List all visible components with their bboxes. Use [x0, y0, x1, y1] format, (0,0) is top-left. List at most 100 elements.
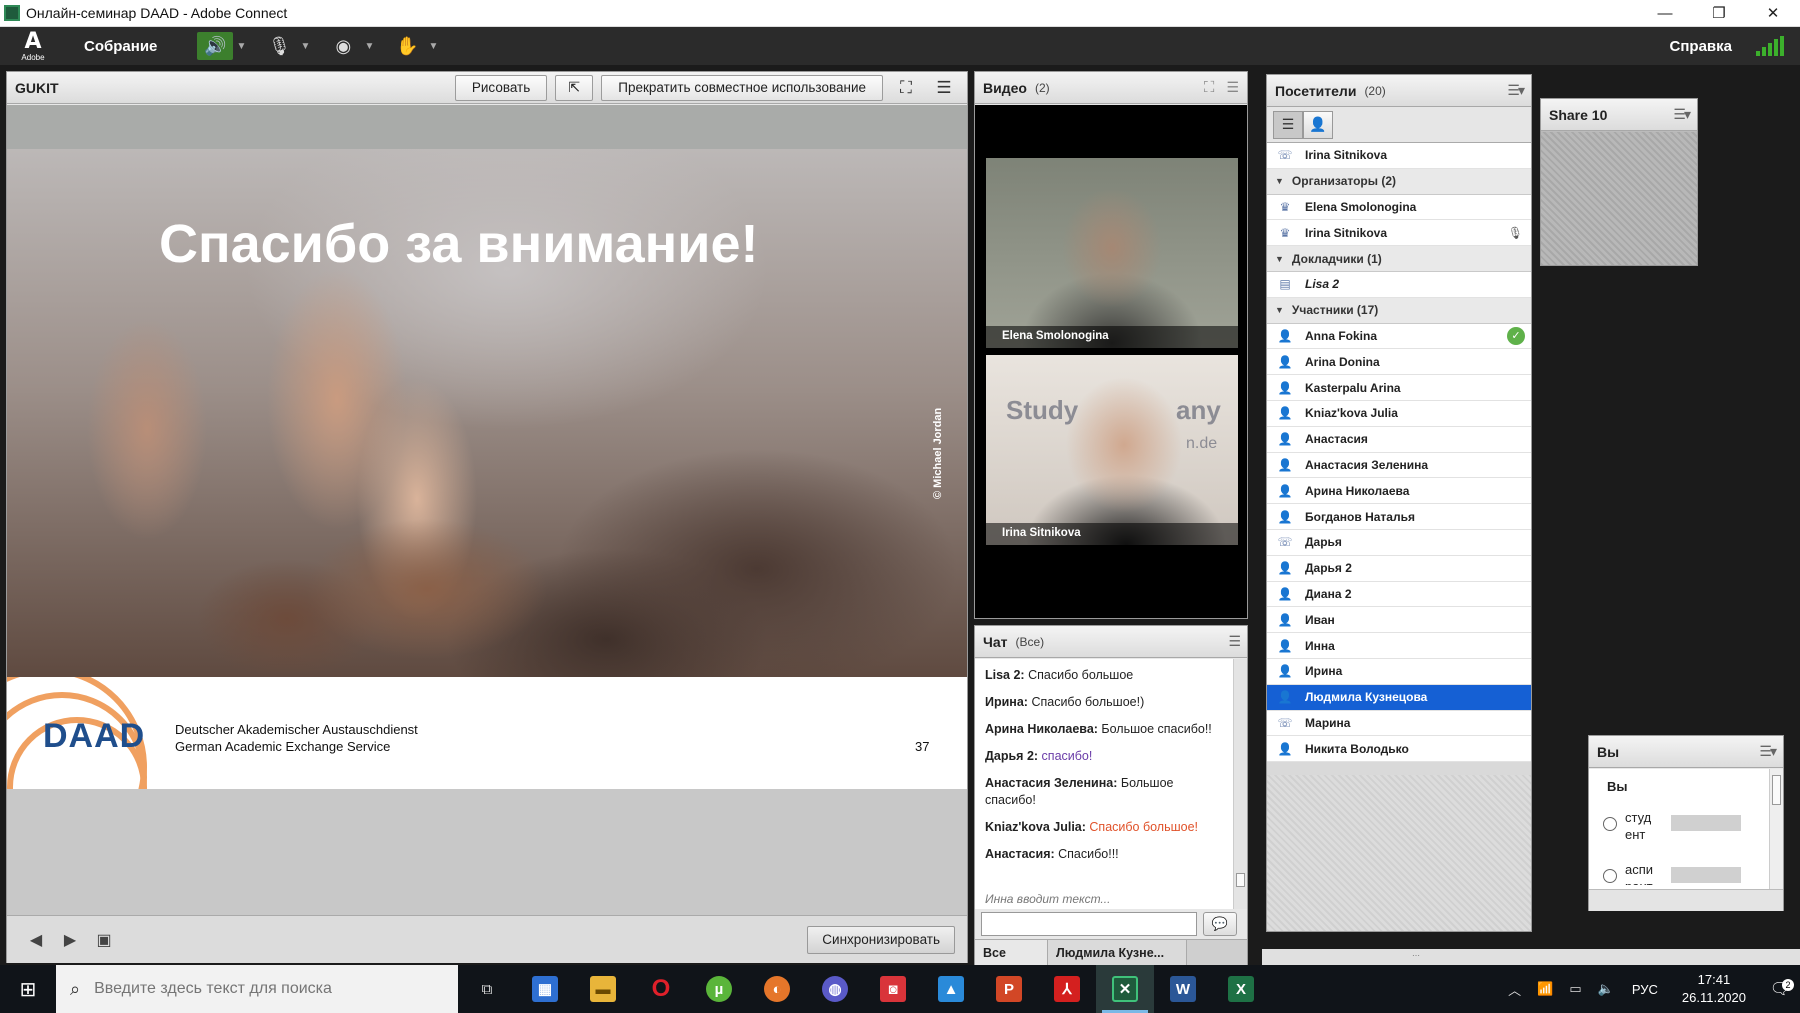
attendee-row[interactable]: 👤 Дарья 2 [1267, 555, 1531, 582]
next-slide-icon[interactable]: ▶ [53, 927, 87, 953]
close-button[interactable]: ✕ [1746, 0, 1800, 27]
attendee-row[interactable]: 👤 Диана 2 [1267, 581, 1531, 608]
windows-start-icon[interactable]: ⊞ [0, 965, 56, 1013]
taskbar-app-globe[interactable]: ◍ [806, 965, 864, 1013]
fullscreen-icon[interactable]: ⛶ [1204, 79, 1215, 96]
task-view-button[interactable]: ⧉ [458, 965, 516, 1013]
language-indicator[interactable]: РУС [1632, 982, 1658, 997]
taskbar-powerpoint[interactable]: P [980, 965, 1038, 1013]
taskbar-store[interactable]: ▦ [516, 965, 574, 1013]
chevron-down-icon[interactable]: ▼ [425, 41, 441, 52]
taskbar-camera[interactable]: ◙ [864, 965, 922, 1013]
taskbar-excel[interactable]: X [1212, 965, 1270, 1013]
taskbar-adobe-connect[interactable]: ✕ [1096, 965, 1154, 1013]
taskbar-acrobat[interactable]: ⅄ [1038, 965, 1096, 1013]
attendee-row[interactable]: 👤 Инна [1267, 633, 1531, 659]
pointer-button[interactable]: ⇱ [555, 74, 594, 101]
chat-tab-all[interactable]: Все [975, 940, 1047, 966]
previous-slide-icon[interactable]: ◀ [19, 927, 53, 953]
chevron-down-icon[interactable]: ▼ [233, 41, 249, 52]
chevron-down-icon[interactable]: ▼ [361, 41, 377, 52]
raise-hand-icon[interactable]: ✋ [389, 32, 425, 60]
attendee-row[interactable]: 👤 Никита Володько [1267, 736, 1531, 763]
battery-icon[interactable]: ▭ [1569, 981, 1581, 997]
speaker-tool[interactable]: 🔊 ▼ [197, 32, 249, 60]
meeting-menu[interactable]: Собрание [84, 38, 157, 55]
stop-sharing-button[interactable]: Прекратить совместное использование [601, 74, 883, 101]
action-center-button[interactable]: 🗨 2 [1760, 979, 1800, 999]
attendee-row[interactable]: ☏ Дарья [1267, 529, 1531, 556]
layout-divider[interactable] [1254, 65, 1262, 965]
group-header-hosts[interactable]: ▼ Организаторы (2) [1267, 168, 1531, 195]
poll-radio[interactable] [1603, 869, 1617, 883]
minimize-button[interactable]: — [1638, 0, 1692, 27]
status-tool[interactable]: ✋ ▼ [389, 32, 441, 60]
microphone-tool[interactable]: 🎙 ▼ [261, 32, 313, 60]
attendee-row[interactable]: 👤 Иван [1267, 607, 1531, 634]
host-attendee-row[interactable]: ☏ Irina Sitnikova [1267, 143, 1531, 169]
taskbar-opera[interactable]: O [632, 965, 690, 1013]
sync-button[interactable]: Синхронизировать [807, 925, 955, 954]
attendee-row[interactable]: ♛ Irina Sitnikova 🎙 [1267, 220, 1531, 247]
slide-photo-credit: © Michael Jordan [932, 407, 944, 499]
taskbar-firefox[interactable]: ◐ [748, 965, 806, 1013]
taskbar-file-explorer[interactable]: ▬ [574, 965, 632, 1013]
taskbar-clock[interactable]: 17:41 26.11.2020 [1682, 971, 1746, 1007]
share10-empty-area [1541, 132, 1697, 265]
attendee-row[interactable]: 👤 Арина Николаева [1267, 478, 1531, 505]
attendee-row[interactable]: 👤 Анастасия [1267, 426, 1531, 453]
adobe-connect-app-icon [4, 5, 20, 21]
attendee-row[interactable]: 👤 Анастасия Зеленина [1267, 452, 1531, 479]
attendee-row[interactable]: ♛ Elena Smolonogina [1267, 194, 1531, 221]
attendee-row[interactable]: 👤 Ирина [1267, 658, 1531, 685]
volume-icon[interactable]: 🔈 [1598, 981, 1614, 997]
attendee-row[interactable]: 👤 Arina Donina [1267, 349, 1531, 376]
taskbar-utorrent[interactable]: µ [690, 965, 748, 1013]
pod-menu-icon[interactable]: ☰▾ [1759, 743, 1777, 760]
video-tile[interactable]: Elena Smolonogina [986, 158, 1238, 348]
send-message-button[interactable]: 💬 [1203, 912, 1237, 936]
poll-radio[interactable] [1603, 817, 1617, 831]
fullscreen-icon[interactable]: ⛶ [891, 75, 921, 101]
list-view-button[interactable]: ☰ [1273, 110, 1303, 139]
webcam-icon[interactable]: ◉ [325, 32, 361, 60]
status-view-button[interactable]: 👤 [1303, 110, 1333, 139]
pod-menu-icon[interactable]: ☰▾ [1507, 82, 1525, 99]
chevron-up-icon[interactable]: ︿ [1508, 980, 1521, 999]
video-tile[interactable]: Study any n.de Irina Sitnikova [986, 355, 1238, 545]
chat-scrollbar[interactable] [1233, 659, 1247, 909]
poll-option[interactable]: студ ент [1603, 809, 1741, 843]
pod-menu-icon[interactable]: ☰ [929, 75, 959, 101]
chat-tab-private[interactable]: Людмила Кузне... [1047, 940, 1187, 966]
attendee-row[interactable]: ☏ Марина [1267, 710, 1531, 737]
draw-button[interactable]: Рисовать [454, 74, 548, 101]
pod-menu-icon[interactable]: ☰ [1228, 633, 1240, 650]
help-menu[interactable]: Справка [1670, 38, 1732, 55]
group-header-participants[interactable]: ▼ Участники (17) [1267, 297, 1531, 324]
sidebar-toggle-icon[interactable]: ▣ [87, 927, 121, 953]
taskbar-word[interactable]: W [1154, 965, 1212, 1013]
poll-scrollbar[interactable] [1769, 769, 1783, 889]
attendee-row-selected[interactable]: 👤 Людмила Кузнецова [1267, 684, 1531, 711]
taskbar-photos[interactable]: ▲ [922, 965, 980, 1013]
speaker-icon[interactable]: 🔊 [197, 32, 234, 60]
attendee-row[interactable]: 👤 Kasterpalu Arina [1267, 375, 1531, 401]
slide-top-margin [7, 105, 967, 149]
group-header-presenters[interactable]: ▼ Докладчики (1) [1267, 246, 1531, 272]
chevron-down-icon[interactable]: ▼ [297, 41, 313, 52]
resize-gripper-icon[interactable]: ⋯ [1412, 951, 1420, 960]
attendee-row[interactable]: 👤 Kniaz'kova Julia [1267, 400, 1531, 427]
microphone-icon[interactable]: 🎙 [261, 32, 297, 60]
restore-button[interactable]: ❐ [1692, 0, 1746, 27]
webcam-tool[interactable]: ◉ ▼ [325, 32, 377, 60]
wifi-icon[interactable]: 📶 [1537, 981, 1553, 997]
pod-menu-icon[interactable]: ☰ [1226, 79, 1239, 96]
chat-message-input[interactable] [981, 912, 1197, 936]
attendee-row[interactable]: 👤 Anna Fokina ✓ [1267, 323, 1531, 350]
pod-menu-icon[interactable]: ☰▾ [1673, 106, 1691, 123]
taskbar-search[interactable]: ⌕ [56, 965, 458, 1013]
poll-option[interactable]: аспи рант [1603, 861, 1741, 885]
attendee-row[interactable]: ▤ Lisa 2 [1267, 271, 1531, 298]
taskbar-search-input[interactable] [94, 980, 415, 998]
attendee-row[interactable]: 👤 Богданов Наталья [1267, 504, 1531, 530]
